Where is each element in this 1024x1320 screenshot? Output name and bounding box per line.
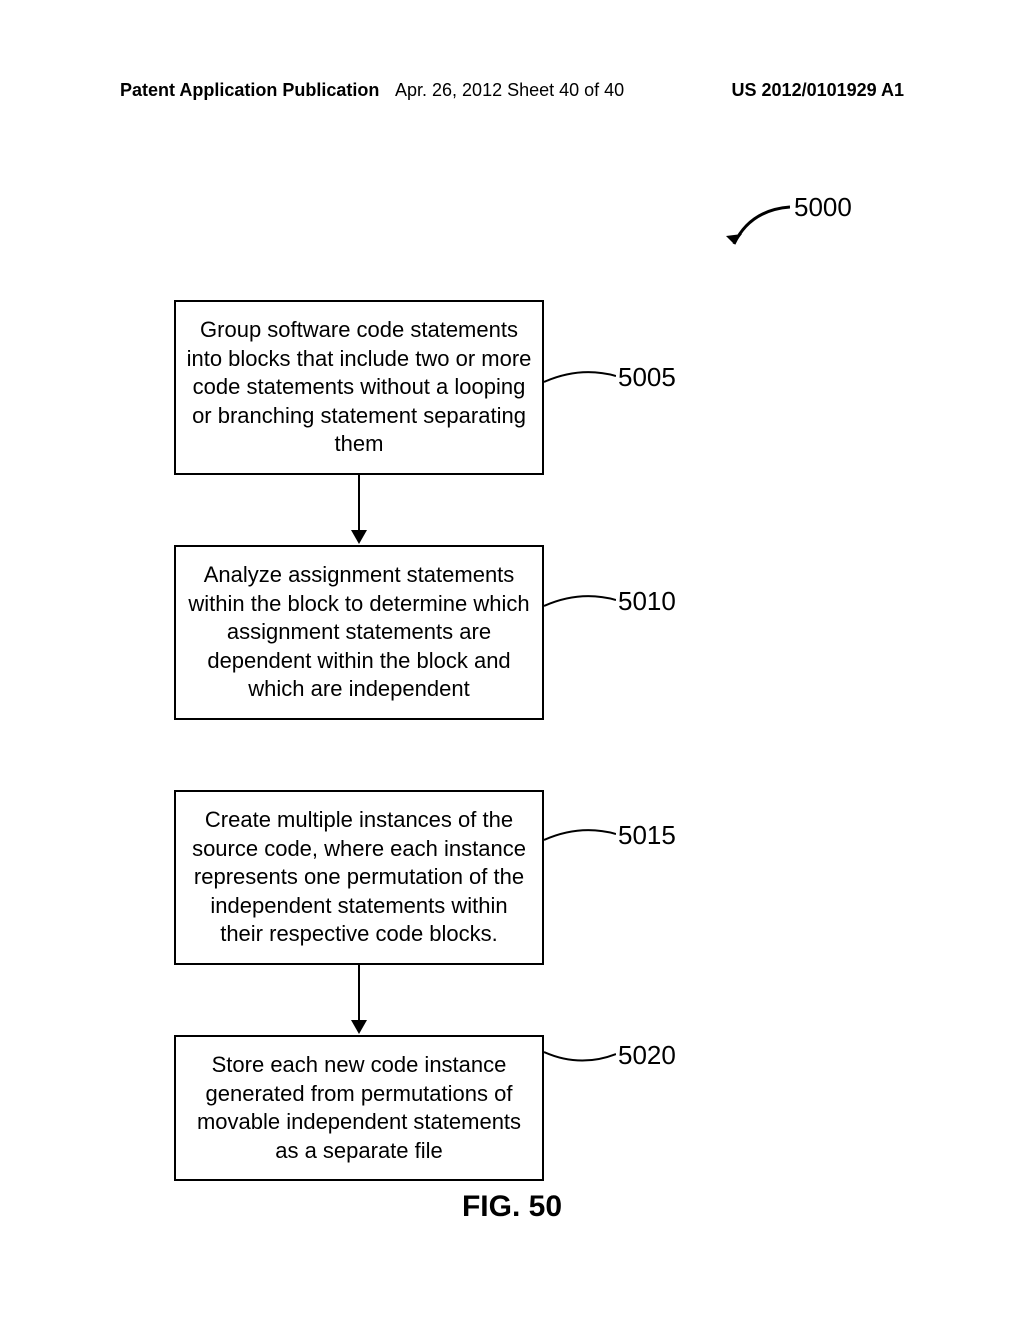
leader-line-2-icon <box>544 592 616 612</box>
figure-ref-label: 5000 <box>794 192 852 223</box>
header-pub-number: US 2012/0101929 A1 <box>732 80 904 101</box>
leader-line-4-icon <box>544 1046 616 1068</box>
flowchart-step-2: Analyze assignment statements within the… <box>174 545 544 720</box>
flowchart: Group software code statements into bloc… <box>174 300 544 1181</box>
flow-arrow-2 <box>174 965 544 1035</box>
header-publication: Patent Application Publication <box>120 80 379 101</box>
flow-gap <box>174 720 544 790</box>
ref-num-4: 5020 <box>618 1040 676 1071</box>
flow-arrow-1 <box>174 475 544 545</box>
leader-line-3-icon <box>544 826 616 846</box>
leader-line-1-icon <box>544 368 616 388</box>
header-date-sheet: Apr. 26, 2012 Sheet 40 of 40 <box>395 80 624 101</box>
flowchart-step-1: Group software code statements into bloc… <box>174 300 544 475</box>
figure-caption: FIG. 50 <box>0 1190 1024 1224</box>
ref-num-1: 5005 <box>618 362 676 393</box>
ref-num-3: 5015 <box>618 820 676 851</box>
page: Patent Application Publication Apr. 26, … <box>0 0 1024 1320</box>
flowchart-step-4: Store each new code instance generated f… <box>174 1035 544 1181</box>
flowchart-step-3: Create multiple instances of the source … <box>174 790 544 965</box>
ref-num-2: 5010 <box>618 586 676 617</box>
reference-leader-swoosh-icon <box>720 200 790 250</box>
